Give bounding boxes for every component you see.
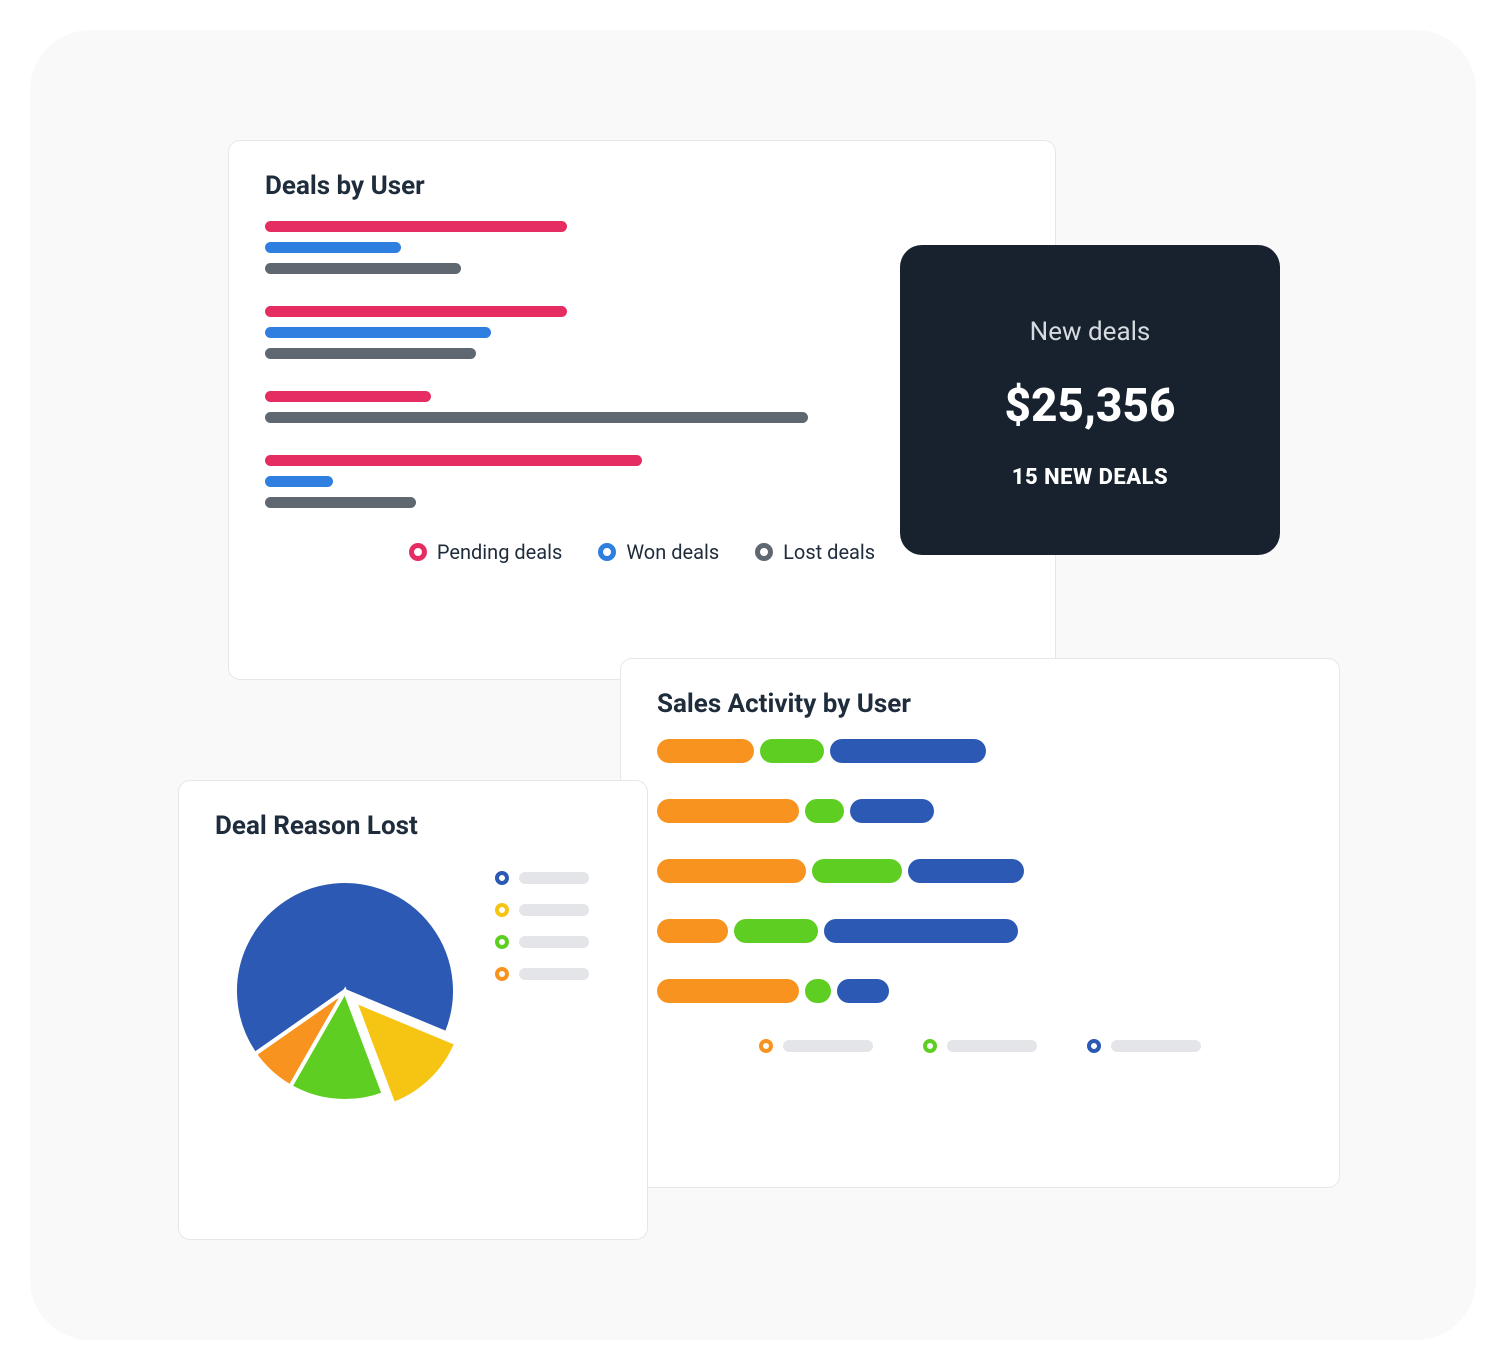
sales-activity-legend (657, 1039, 1303, 1053)
circle-icon (409, 543, 427, 561)
legend-item (923, 1039, 1037, 1053)
deal-reason-lost-card: Deal Reason Lost (178, 780, 648, 1240)
redacted-label (783, 1040, 873, 1052)
deal-reason-lost-body (215, 861, 611, 1121)
circle-icon (759, 1039, 773, 1053)
circle-icon (495, 935, 509, 949)
bar-segment (265, 242, 401, 253)
bar-segment (850, 799, 934, 823)
legend-won-label: Won deals (626, 540, 719, 564)
legend-lost: Lost deals (755, 540, 875, 564)
new-deals-card: New deals $25,356 15 NEW DEALS (900, 245, 1280, 555)
circle-icon (495, 871, 509, 885)
bar-segment (908, 859, 1024, 883)
redacted-label (519, 872, 589, 884)
bar-segment (657, 859, 806, 883)
circle-icon (923, 1039, 937, 1053)
bar-segment (760, 739, 825, 763)
bar-segment (265, 306, 567, 317)
redacted-label (1111, 1040, 1201, 1052)
bar-segment (265, 455, 642, 466)
circle-icon (1087, 1039, 1101, 1053)
bar-segment (265, 348, 476, 359)
bar-segment (265, 221, 567, 232)
legend-item (495, 903, 589, 917)
redacted-label (519, 968, 589, 980)
legend-lost-label: Lost deals (783, 540, 875, 564)
legend-pending: Pending deals (409, 540, 562, 564)
deal-reason-lost-pie (215, 861, 475, 1121)
circle-icon (755, 543, 773, 561)
stacked-row (657, 859, 1303, 883)
bar-segment (830, 739, 985, 763)
redacted-label (519, 904, 589, 916)
bar-segment (265, 412, 808, 423)
deal-reason-lost-legend (495, 861, 589, 981)
bar-segment (265, 497, 416, 508)
new-deals-sub: 15 NEW DEALS (936, 465, 1244, 490)
new-deals-title: New deals (936, 317, 1244, 347)
legend-item (495, 967, 589, 981)
legend-item (1087, 1039, 1201, 1053)
redacted-label (947, 1040, 1037, 1052)
new-deals-value: $25,356 (936, 379, 1244, 433)
redacted-label (519, 936, 589, 948)
bar-segment (265, 476, 333, 487)
bar-segment (265, 327, 491, 338)
bar-segment (657, 799, 799, 823)
stacked-row (657, 979, 1303, 1003)
sales-activity-title: Sales Activity by User (657, 689, 1303, 719)
bar-segment (265, 263, 461, 274)
bar-segment (805, 799, 844, 823)
bar-segment (265, 391, 431, 402)
circle-icon (495, 903, 509, 917)
bar-segment (837, 979, 889, 1003)
bar-segment (812, 859, 902, 883)
legend-pending-label: Pending deals (437, 540, 562, 564)
bar-segment (734, 919, 818, 943)
bar-segment (657, 979, 799, 1003)
stacked-row (657, 739, 1303, 763)
bar-segment (657, 739, 754, 763)
legend-item (495, 935, 589, 949)
dashboard-canvas: Deals by User Pending deals Won deals Lo… (30, 30, 1476, 1340)
legend-item (495, 871, 589, 885)
sales-activity-card: Sales Activity by User (620, 658, 1340, 1188)
bar-segment (805, 979, 831, 1003)
bar-segment (657, 919, 728, 943)
sales-activity-chart (657, 739, 1303, 1003)
legend-item (759, 1039, 873, 1053)
circle-icon (598, 543, 616, 561)
legend-won: Won deals (598, 540, 719, 564)
stacked-row (657, 799, 1303, 823)
bar-segment (824, 919, 1018, 943)
deal-reason-lost-title: Deal Reason Lost (215, 811, 611, 841)
circle-icon (495, 967, 509, 981)
stacked-row (657, 919, 1303, 943)
deals-by-user-title: Deals by User (265, 171, 1019, 201)
